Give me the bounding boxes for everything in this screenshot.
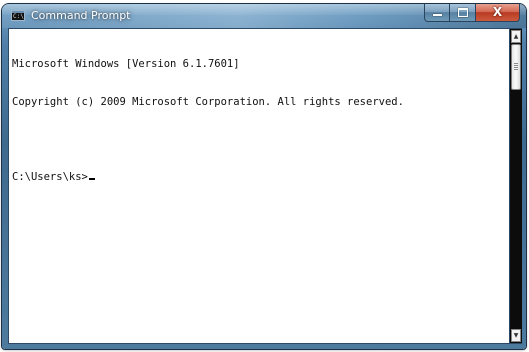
prompt-line[interactable]: C:\Users\ks>	[12, 171, 404, 184]
prompt-text: C:\Users\ks>	[12, 170, 88, 183]
title-bar[interactable]: C:\ Command Prompt X	[2, 4, 526, 28]
scroll-down-arrow-icon[interactable]: ▼	[511, 329, 521, 342]
command-prompt-window: C:\ Command Prompt X Microsoft Windows […	[2, 4, 526, 349]
close-button[interactable]: X	[476, 4, 520, 22]
scroll-up-arrow-icon[interactable]: ▲	[511, 30, 521, 43]
cmd-icon[interactable]: C:\	[11, 10, 25, 21]
window-title: Command Prompt	[31, 9, 131, 22]
caption-buttons: X	[424, 4, 520, 22]
vertical-scrollbar[interactable]: ▲ ▼	[510, 28, 522, 344]
console-output-area[interactable]: Microsoft Windows [Version 6.1.7601] Cop…	[8, 28, 510, 344]
scroll-thumb[interactable]	[511, 44, 521, 90]
text-cursor	[88, 177, 95, 180]
maximize-button[interactable]	[450, 4, 476, 22]
console-line: Copyright (c) 2009 Microsoft Corporation…	[12, 95, 404, 108]
console-line: Microsoft Windows [Version 6.1.7601]	[12, 58, 240, 70]
minimize-button[interactable]	[424, 4, 450, 22]
console-text: Microsoft Windows [Version 6.1.7601] Cop…	[12, 33, 404, 208]
